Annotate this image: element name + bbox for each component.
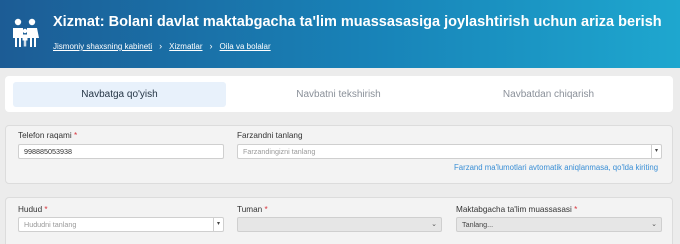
chevron-right-icon: › xyxy=(209,41,213,51)
child-label: Farzandni tanlang xyxy=(237,131,303,140)
school-select-value: Tanlang... xyxy=(462,220,494,229)
page-header: Xizmat: Bolani davlat maktabgacha ta'lim… xyxy=(0,0,680,68)
region-label: Hudud * xyxy=(18,205,48,214)
phone-input[interactable]: 998885053938 xyxy=(18,144,224,159)
page-title: Xizmat: Bolani davlat maktabgacha ta'lim… xyxy=(53,14,662,30)
child-select[interactable]: Farzandingizni tanlang ▾ xyxy=(237,144,662,159)
region-select-placeholder: Hududni tanlang xyxy=(24,220,77,229)
caret-down-icon: ▾ xyxy=(213,218,223,231)
breadcrumb-services[interactable]: Xizmatlar xyxy=(169,42,202,51)
contact-child-card: Telefon raqami * 998885053938 Farzandni … xyxy=(5,125,673,184)
phone-label: Telefon raqami * xyxy=(18,131,78,140)
breadcrumb-family[interactable]: Oila va bolalar xyxy=(220,42,271,51)
tabs-bar: Navbatga qo'yish Navbatni tekshirish Nav… xyxy=(5,76,673,112)
required-mark: * xyxy=(264,205,268,214)
manual-entry-link[interactable]: Farzand ma'lumotlari avtomatik aniqlanma… xyxy=(454,163,658,172)
required-mark: * xyxy=(73,131,78,140)
region-select[interactable]: Hududni tanlang ▾ xyxy=(18,217,224,232)
child-select-placeholder: Farzandingizni tanlang xyxy=(243,147,316,156)
district-label: Tuman * xyxy=(237,205,268,214)
chevron-down-icon: ⌄ xyxy=(431,221,437,228)
chevron-right-icon: › xyxy=(159,41,163,51)
district-select[interactable]: ⌄ xyxy=(237,217,442,232)
breadcrumb: Jismoniy shaxsning kabineti › Xizmatlar › Oi… xyxy=(53,41,271,51)
tab-check-queue[interactable]: Navbatni tekshirish xyxy=(232,82,445,107)
school-select[interactable]: Tanlang... ⌄ xyxy=(456,217,662,232)
institution-card: Hudud * Hududni tanlang ▾ Tuman * ⌄ Makt… xyxy=(5,197,673,244)
family-icon xyxy=(13,18,39,47)
required-mark: * xyxy=(44,205,48,214)
tab-enqueue[interactable]: Navbatga qo'yish xyxy=(13,82,226,107)
chevron-down-icon: ⌄ xyxy=(651,221,657,228)
required-mark: * xyxy=(574,205,578,214)
breadcrumb-cabinet[interactable]: Jismoniy shaxsning kabineti xyxy=(53,42,152,51)
tab-dequeue[interactable]: Navbatdan chiqarish xyxy=(442,82,655,107)
caret-down-icon: ▾ xyxy=(651,145,661,158)
school-label: Maktabgacha ta'lim muassasasi * xyxy=(456,205,578,214)
